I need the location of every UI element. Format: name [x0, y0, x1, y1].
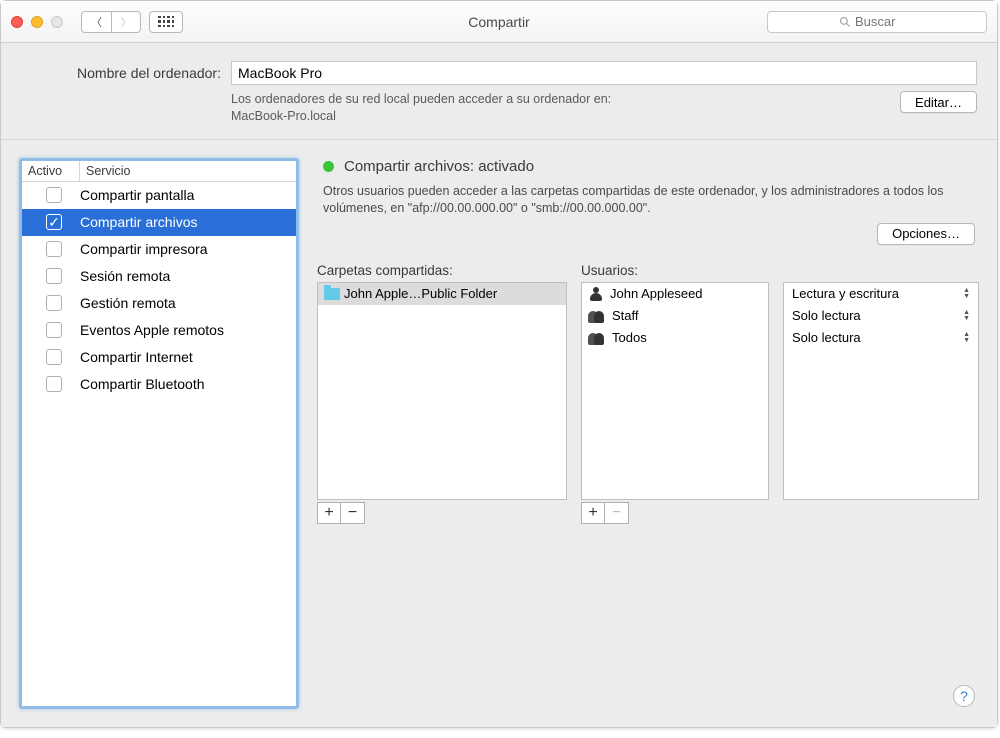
computer-name-label: Nombre del ordenador:: [21, 65, 221, 81]
maximize-button: [51, 16, 63, 28]
permission-label: Solo lectura: [792, 308, 861, 323]
service-detail-pane: Compartir archivos: activado Otros usuar…: [317, 158, 979, 709]
service-checkbox[interactable]: [46, 322, 62, 338]
service-checkbox[interactable]: [46, 187, 62, 203]
service-label: Compartir archivos: [80, 214, 197, 230]
users-list[interactable]: John Appleseed Staff Todos: [581, 282, 769, 500]
folder-icon: [324, 288, 340, 300]
minimize-button[interactable]: [31, 16, 43, 28]
permission-stepper-icon[interactable]: ▲▼: [963, 288, 970, 300]
remove-folder-button[interactable]: −: [341, 502, 365, 524]
search-input[interactable]: [855, 14, 915, 29]
user-row[interactable]: Todos: [582, 327, 768, 349]
search-icon: [839, 16, 851, 28]
main-section: Activo Servicio Compartir pantalla ✓ Compa…: [1, 140, 997, 727]
service-row[interactable]: Eventos Apple remotos: [22, 317, 296, 344]
service-checkbox[interactable]: [46, 295, 62, 311]
service-label: Compartir pantalla: [80, 187, 194, 203]
window-controls: [11, 16, 63, 28]
service-row[interactable]: Compartir pantalla: [22, 182, 296, 209]
help-button[interactable]: ?: [953, 685, 975, 707]
show-all-button[interactable]: [149, 11, 183, 33]
service-label: Compartir Bluetooth: [80, 376, 205, 392]
column-active[interactable]: Activo: [22, 161, 80, 181]
service-label: Gestión remota: [80, 295, 176, 311]
folder-row[interactable]: John Apple…Public Folder: [318, 283, 566, 305]
service-row[interactable]: Compartir Bluetooth: [22, 371, 296, 398]
service-checkbox[interactable]: [46, 376, 62, 392]
permission-row[interactable]: Solo lectura ▲▼: [784, 327, 978, 349]
user-row[interactable]: Staff: [582, 305, 768, 327]
services-header: Activo Servicio: [22, 161, 296, 182]
user-name: Todos: [612, 330, 647, 345]
group-icon: [588, 331, 606, 345]
folder-name: John Apple…Public Folder: [344, 286, 497, 301]
service-checkbox[interactable]: [46, 241, 62, 257]
computer-name-subtext: Los ordenadores de su red local pueden a…: [231, 91, 900, 125]
edit-button[interactable]: Editar…: [900, 91, 977, 113]
close-button[interactable]: [11, 16, 23, 28]
user-icon: [588, 287, 604, 301]
back-button[interactable]: 〈: [81, 11, 111, 33]
service-checkbox[interactable]: [46, 349, 62, 365]
nav-buttons: 〈 〉: [81, 11, 141, 33]
group-icon: [588, 309, 606, 323]
service-row[interactable]: ✓ Compartir archivos: [22, 209, 296, 236]
shared-folders-list[interactable]: John Apple…Public Folder: [317, 282, 567, 500]
titlebar: 〈 〉 Compartir: [1, 1, 997, 43]
shared-folders-column: Carpetas compartidas: John Apple…Public …: [317, 263, 567, 710]
search-field[interactable]: [767, 11, 987, 33]
users-label: Usuarios:: [581, 263, 769, 278]
users-column: Usuarios: John Appleseed Staff Todos + −: [581, 263, 769, 710]
permission-stepper-icon[interactable]: ▲▼: [963, 310, 970, 322]
shared-folders-label: Carpetas compartidas:: [317, 263, 567, 278]
sharing-preferences-window: 〈 〉 Compartir Nombre del ordenador: Los …: [0, 0, 998, 728]
service-label: Eventos Apple remotos: [80, 322, 224, 338]
service-row[interactable]: Gestión remota: [22, 290, 296, 317]
service-checkbox[interactable]: [46, 268, 62, 284]
permissions-list[interactable]: Lectura y escritura▲▼Solo lectura▲▼Solo …: [783, 282, 979, 500]
add-folder-button[interactable]: +: [317, 502, 341, 524]
user-name: Staff: [612, 308, 639, 323]
user-name: John Appleseed: [610, 286, 703, 301]
chevron-right-icon: 〉: [121, 14, 132, 30]
service-label: Sesión remota: [80, 268, 170, 284]
permissions-column: Lectura y escritura▲▼Solo lectura▲▼Solo …: [783, 263, 979, 710]
status-description: Otros usuarios pueden acceder a las carp…: [323, 183, 979, 217]
service-row[interactable]: Compartir Internet: [22, 344, 296, 371]
permission-label: Solo lectura: [792, 330, 861, 345]
user-row[interactable]: John Appleseed: [582, 283, 768, 305]
services-list[interactable]: Activo Servicio Compartir pantalla ✓ Compa…: [19, 158, 299, 709]
options-button[interactable]: Opciones…: [877, 223, 975, 245]
permission-row[interactable]: Solo lectura ▲▼: [784, 305, 978, 327]
service-checkbox[interactable]: ✓: [46, 214, 62, 230]
forward-button: 〉: [111, 11, 141, 33]
service-label: Compartir Internet: [80, 349, 193, 365]
column-service[interactable]: Servicio: [80, 161, 296, 181]
remove-user-button: −: [605, 502, 629, 524]
grid-icon: [158, 16, 174, 28]
status-title: Compartir archivos: activado: [344, 158, 534, 175]
service-label: Compartir impresora: [80, 241, 208, 257]
computer-name-section: Nombre del ordenador: Los ordenadores de…: [1, 43, 997, 140]
permission-row[interactable]: Lectura y escritura ▲▼: [784, 283, 978, 305]
computer-name-input[interactable]: [231, 61, 977, 85]
permission-stepper-icon[interactable]: ▲▼: [963, 332, 970, 344]
status-indicator-icon: [323, 161, 334, 172]
permission-label: Lectura y escritura: [792, 286, 899, 301]
service-row[interactable]: Sesión remota: [22, 263, 296, 290]
add-user-button[interactable]: +: [581, 502, 605, 524]
service-row[interactable]: Compartir impresora: [22, 236, 296, 263]
chevron-left-icon: 〈: [91, 14, 102, 30]
